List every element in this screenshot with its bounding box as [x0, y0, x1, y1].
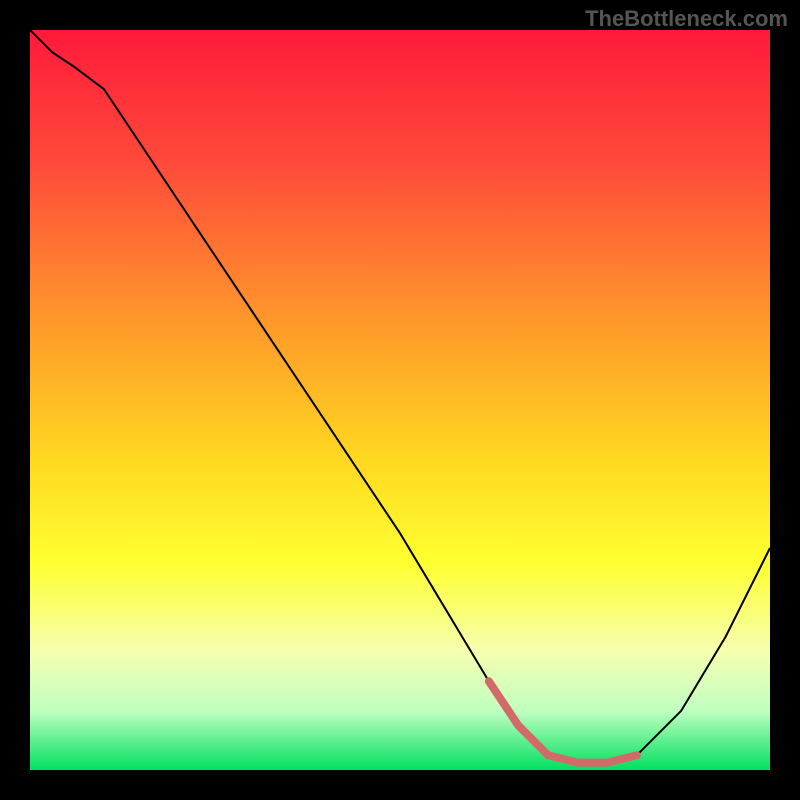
gradient-background	[30, 30, 770, 770]
chart-svg	[30, 30, 770, 770]
attribution-label: TheBottleneck.com	[585, 6, 788, 32]
chart-container: TheBottleneck.com	[0, 0, 800, 800]
plot-area	[30, 30, 770, 770]
